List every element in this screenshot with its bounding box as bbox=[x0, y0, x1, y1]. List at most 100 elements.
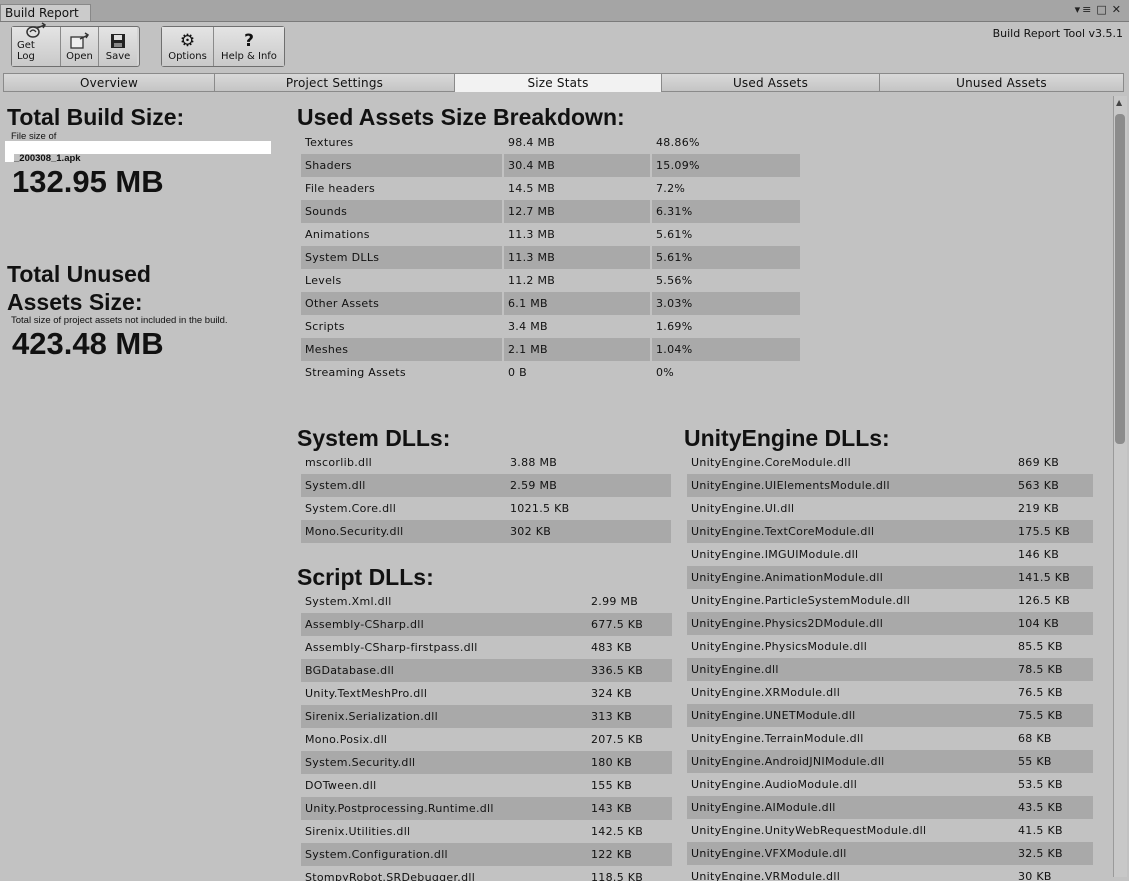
close-icon[interactable]: ✕ bbox=[1112, 3, 1123, 16]
dll-size: 207.5 KB bbox=[591, 733, 644, 746]
system-dlls-row: System.dll 2.59 MB bbox=[301, 474, 671, 497]
get-log-icon bbox=[24, 22, 48, 40]
unity-dlls-row: UnityEngine.Physics2DModule.dll 104 KB bbox=[687, 612, 1093, 635]
dll-name: UnityEngine.Physics2DModule.dll bbox=[691, 617, 884, 630]
asset-percent: 15.09% bbox=[656, 159, 700, 172]
dll-name: System.Xml.dll bbox=[305, 595, 392, 608]
tab-project-settings[interactable]: Project Settings bbox=[214, 73, 454, 92]
breakdown-row: Scripts 3.4 MB 1.69% bbox=[301, 315, 800, 338]
tab-overview[interactable]: Overview bbox=[3, 73, 214, 92]
unity-dlls-row: UnityEngine.AndroidJNIModule.dll 55 KB bbox=[687, 750, 1093, 773]
dll-size: 219 KB bbox=[1018, 502, 1060, 515]
dll-size: 483 KB bbox=[591, 641, 633, 654]
save-icon bbox=[109, 31, 127, 51]
maximize-icon[interactable]: □ bbox=[1096, 3, 1108, 16]
dll-name: UnityEngine.CoreModule.dll bbox=[691, 456, 851, 469]
question-icon: ? bbox=[244, 31, 254, 51]
scroll-up-icon[interactable]: ▲ bbox=[1116, 98, 1122, 107]
dll-size: 32.5 KB bbox=[1018, 847, 1063, 860]
dll-size: 336.5 KB bbox=[591, 664, 644, 677]
asset-type: Levels bbox=[301, 269, 504, 292]
dll-size: 869 KB bbox=[1018, 456, 1060, 469]
asset-size: 30.4 MB bbox=[504, 154, 652, 177]
script-dlls-row: BGDatabase.dll 336.5 KB bbox=[301, 659, 672, 682]
asset-type: System DLLs bbox=[301, 246, 504, 269]
script-dlls-row: Unity.TextMeshPro.dll 324 KB bbox=[301, 682, 672, 705]
dll-name: UnityEngine.AnimationModule.dll bbox=[691, 571, 884, 584]
dll-size: 122 KB bbox=[591, 848, 633, 861]
dll-name: UnityEngine.UIElementsModule.dll bbox=[691, 479, 890, 492]
dll-size: 143 KB bbox=[591, 802, 633, 815]
redacted-prefix bbox=[5, 153, 14, 162]
dll-name: System.Security.dll bbox=[305, 756, 416, 769]
dll-name: UnityEngine.dll bbox=[691, 663, 779, 676]
help-info-label: Help & Info bbox=[221, 51, 277, 62]
dll-size: 141.5 KB bbox=[1018, 571, 1071, 584]
asset-type: Streaming Assets bbox=[301, 361, 504, 384]
total-build-size-value: 132.95 MB bbox=[12, 164, 164, 199]
vertical-scrollbar[interactable]: ▲ bbox=[1113, 96, 1127, 877]
asset-size: 6.1 MB bbox=[504, 292, 652, 315]
breakdown-row: Shaders 30.4 MB 15.09% bbox=[301, 154, 800, 177]
tab-size-stats[interactable]: Size Stats bbox=[454, 73, 661, 92]
unity-dlls-row: UnityEngine.UI.dll 219 KB bbox=[687, 497, 1093, 520]
dll-size: 175.5 KB bbox=[1018, 525, 1071, 538]
tab-unused-assets[interactable]: Unused Assets bbox=[879, 73, 1124, 92]
dll-size: 30 KB bbox=[1018, 870, 1052, 881]
dll-name: UnityEngine.TerrainModule.dll bbox=[691, 732, 864, 745]
dll-size: 563 KB bbox=[1018, 479, 1060, 492]
dll-size: 76.5 KB bbox=[1018, 686, 1063, 699]
dll-name: Sirenix.Serialization.dll bbox=[305, 710, 438, 723]
open-label: Open bbox=[66, 51, 93, 62]
dll-size: 1021.5 KB bbox=[510, 502, 570, 515]
asset-size: 98.4 MB bbox=[504, 131, 652, 154]
unity-dlls-row: UnityEngine.AudioModule.dll 53.5 KB bbox=[687, 773, 1093, 796]
script-dlls-row: StompyRobot.SRDebugger.dll 118.5 KB bbox=[301, 866, 672, 881]
open-icon bbox=[68, 31, 92, 51]
window-tab-label: Build Report bbox=[5, 6, 79, 20]
dll-name: Mono.Posix.dll bbox=[305, 733, 388, 746]
get-log-button[interactable]: Get Log bbox=[12, 22, 61, 66]
unity-dlls-row: UnityEngine.UnityWebRequestModule.dll 41.… bbox=[687, 819, 1093, 842]
asset-size: 11.3 MB bbox=[504, 246, 652, 269]
asset-type: File headers bbox=[301, 177, 504, 200]
save-button[interactable]: Save bbox=[99, 27, 137, 66]
asset-type: Sounds bbox=[301, 200, 504, 223]
dll-size: 180 KB bbox=[591, 756, 633, 769]
breakdown-row: Levels 11.2 MB 5.56% bbox=[301, 269, 800, 292]
options-label: Options bbox=[168, 51, 207, 62]
script-dlls-row: Unity.Postprocessing.Runtime.dll 143 KB bbox=[301, 797, 672, 820]
unity-dlls-row: UnityEngine.UIElementsModule.dll 563 KB bbox=[687, 474, 1093, 497]
asset-percent: 1.04% bbox=[656, 343, 693, 356]
options-button[interactable]: ⚙ Options bbox=[162, 27, 214, 66]
help-info-button[interactable]: ? Help & Info bbox=[214, 27, 284, 66]
open-button[interactable]: Open bbox=[61, 27, 99, 66]
dll-name: Assembly-CSharp.dll bbox=[305, 618, 424, 631]
tab-used-assets[interactable]: Used Assets bbox=[661, 73, 879, 92]
dll-name: StompyRobot.SRDebugger.dll bbox=[305, 871, 476, 881]
unity-dlls-row: UnityEngine.PhysicsModule.dll 85.5 KB bbox=[687, 635, 1093, 658]
script-dlls-row: Assembly-CSharp.dll 677.5 KB bbox=[301, 613, 672, 636]
window-tab[interactable]: Build Report bbox=[0, 4, 91, 21]
asset-size: 14.5 MB bbox=[504, 177, 652, 200]
system-dlls-heading: System DLLs: bbox=[297, 425, 451, 451]
unity-dlls-row: UnityEngine.TextCoreModule.dll 175.5 KB bbox=[687, 520, 1093, 543]
menu-icon[interactable]: ▾≡ bbox=[1075, 3, 1094, 16]
dll-size: 55 KB bbox=[1018, 755, 1052, 768]
asset-percent: 5.61% bbox=[656, 251, 693, 264]
window-controls: ▾≡ □ ✕ bbox=[1072, 3, 1123, 16]
dll-name: UnityEngine.VFXModule.dll bbox=[691, 847, 847, 860]
script-dlls-row: Assembly-CSharp-firstpass.dll 483 KB bbox=[301, 636, 672, 659]
dll-size: 53.5 KB bbox=[1018, 778, 1063, 791]
unused-title-line2: Assets Size: bbox=[7, 289, 143, 315]
breakdown-row: System DLLs 11.3 MB 5.61% bbox=[301, 246, 800, 269]
dll-size: 126.5 KB bbox=[1018, 594, 1071, 607]
script-dlls-table: System.Xml.dll 2.99 MB Assembly-CSharp.dll… bbox=[301, 590, 672, 881]
asset-type: Scripts bbox=[301, 315, 504, 338]
system-dlls-row: System.Core.dll 1021.5 KB bbox=[301, 497, 671, 520]
scroll-thumb[interactable] bbox=[1115, 114, 1125, 444]
save-label: Save bbox=[105, 51, 131, 62]
asset-size: 11.2 MB bbox=[504, 269, 652, 292]
dll-size: 75.5 KB bbox=[1018, 709, 1063, 722]
asset-type: Other Assets bbox=[301, 292, 504, 315]
